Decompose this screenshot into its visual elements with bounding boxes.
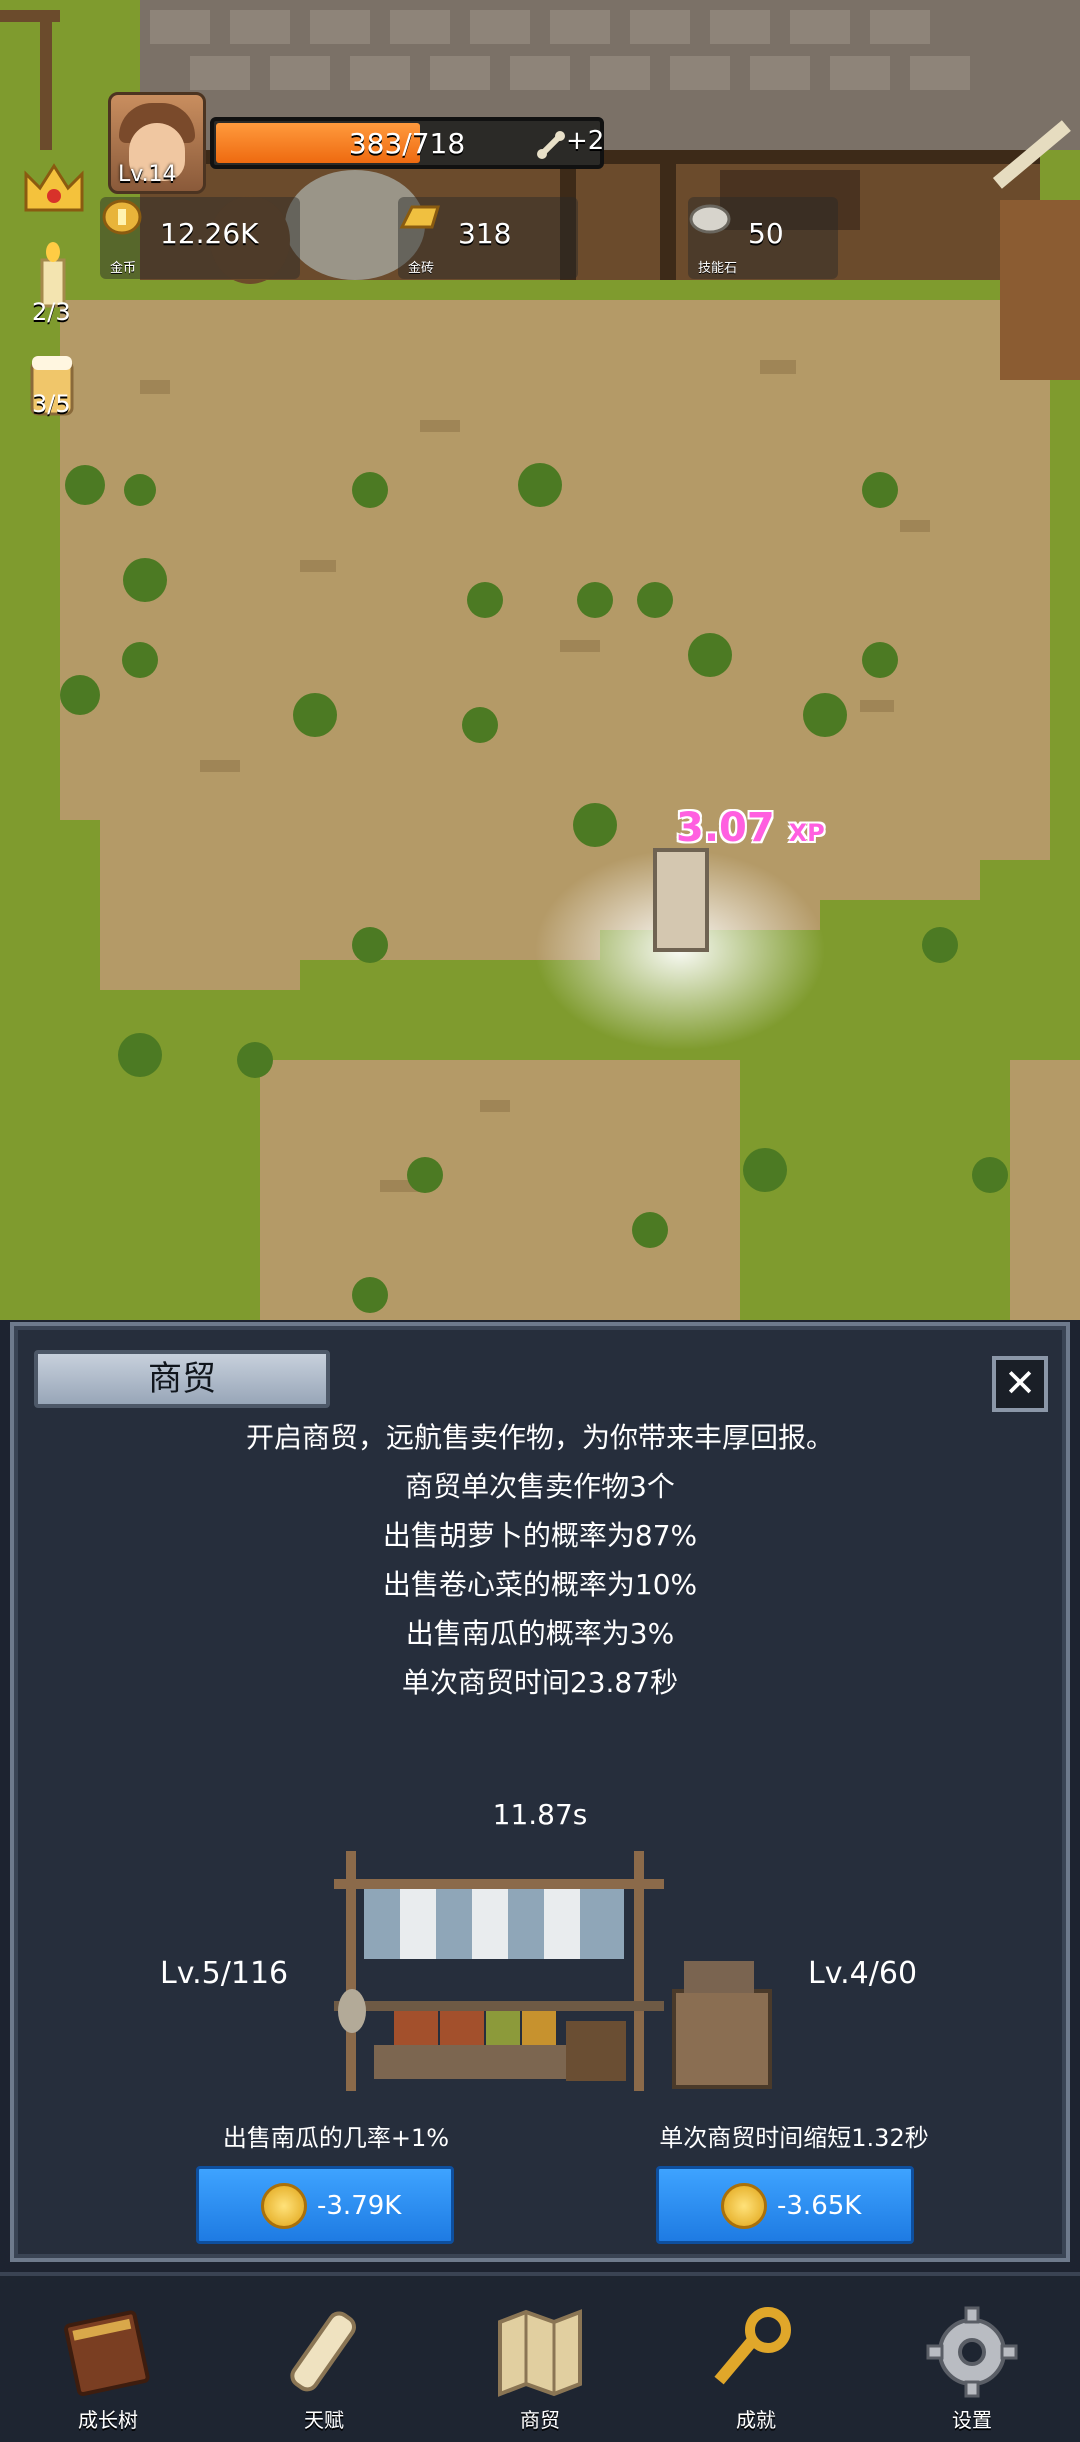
gold-bar-resource: 318 金砖: [398, 197, 578, 279]
map-icon: [498, 2309, 582, 2397]
desc-line-6: 单次商贸时间23.87秒: [401, 1666, 679, 1699]
upgrade-2-label: 单次商贸时间缩短1.32秒: [659, 2124, 929, 2152]
nav-talent-label: 天赋: [304, 2408, 344, 2432]
gold-coin-value: 12.26K: [160, 217, 259, 250]
xp-bonus: +2: [566, 126, 605, 156]
desc-line-5: 出售南瓜的概率为3%: [405, 1617, 675, 1650]
upgrade-1-label: 出售南瓜的几率+1%: [222, 2124, 450, 2152]
gold-coin-icon: [102, 199, 142, 235]
game-field[interactable]: Lv.14 383/718 +2 12.26K 金币 318 金砖 50 技能石…: [0, 0, 1080, 1320]
floating-xp: 3.07 XP: [676, 805, 825, 851]
bone-icon: [537, 131, 565, 159]
gold-bar-caption: 金砖: [408, 261, 435, 276]
crown-icon[interactable]: [22, 160, 86, 216]
key-icon: [714, 2307, 791, 2385]
nav-achievement[interactable]: 成就: [648, 2276, 864, 2442]
gold-coin-caption: 金币: [110, 261, 137, 276]
gold-bar-icon: [399, 205, 441, 229]
upgrade-2-price: -3.65K: [777, 2191, 862, 2221]
bottom-nav: 成长树 天赋 商贸 成就 设置: [0, 2272, 1080, 2442]
gold-coin-resource: 12.26K 金币: [100, 197, 300, 279]
right-upgrade-level: Lv.4/60: [808, 1956, 918, 1991]
market-stall-illustration: [334, 1851, 772, 2091]
skill-stone-value: 50: [748, 217, 784, 250]
left-upgrade-level: Lv.5/116: [160, 1956, 289, 1991]
upgrade-1-price: -3.79K: [317, 2191, 402, 2221]
gold-bar-value: 318: [458, 217, 512, 250]
scroll-icon: [290, 2311, 356, 2392]
desc-line-3: 出售胡萝卜的概率为87%: [382, 1519, 698, 1552]
trade-timer: 11.87s: [492, 1798, 588, 1831]
skill-stone-icon: [689, 204, 731, 234]
gold-coin-icon: [721, 2183, 767, 2229]
skill-stone-caption: 技能石: [698, 261, 738, 276]
beer-badge[interactable]: 3/5: [22, 350, 84, 440]
upgrade-2-buy-button[interactable]: -3.65K: [656, 2166, 914, 2244]
beer-count: 3/5: [32, 390, 71, 418]
panel-title: 商贸: [34, 1350, 330, 1408]
nav-trade[interactable]: 商贸: [432, 2276, 648, 2442]
floating-xp-unit: XP: [788, 819, 825, 847]
floating-xp-value: 3.07: [676, 805, 775, 851]
nav-achievement-label: 成就: [736, 2408, 776, 2432]
player-level: Lv.14: [118, 162, 177, 187]
nav-growth-tree-label: 成长树: [78, 2408, 138, 2432]
trade-panel: 商贸 ✕ 开启商贸，远航售卖作物，为你带来丰厚回报。 商贸单次售卖作物3个 出售…: [10, 1322, 1070, 2262]
close-button[interactable]: ✕: [992, 1356, 1048, 1412]
upgrade-1-buy-button[interactable]: -3.79K: [196, 2166, 454, 2244]
close-x-icon: ✕: [1004, 1361, 1036, 1405]
desc-line-4: 出售卷心菜的概率为10%: [382, 1568, 698, 1601]
nav-settings-label: 设置: [952, 2408, 992, 2432]
nav-trade-label: 商贸: [520, 2408, 560, 2432]
desc-line-2: 商贸单次售卖作物3个: [405, 1470, 675, 1503]
book-icon: [64, 2310, 150, 2396]
nav-growth-tree[interactable]: 成长树: [0, 2276, 216, 2442]
candle-count: 2/3: [32, 298, 71, 326]
gear-icon: [926, 2306, 1018, 2398]
skill-stone-resource: 50 技能石: [688, 197, 838, 279]
candle-badge[interactable]: 2/3: [22, 240, 84, 330]
nav-talent[interactable]: 天赋: [216, 2276, 432, 2442]
desc-line-1: 开启商贸，远航售卖作物，为你带来丰厚回报。: [245, 1421, 834, 1454]
nav-settings[interactable]: 设置: [864, 2276, 1080, 2442]
gold-coin-icon: [261, 2183, 307, 2229]
